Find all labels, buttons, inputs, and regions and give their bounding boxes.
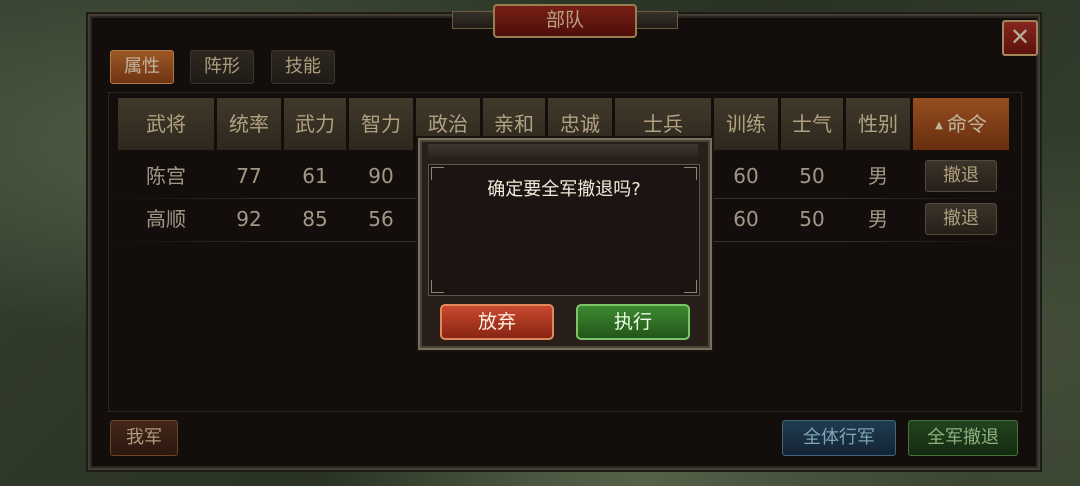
cancel-button[interactable]: 放弃 xyxy=(440,304,554,340)
corner-ornament xyxy=(684,280,697,293)
dialog-message: 确定要全军撤退吗? xyxy=(487,179,641,200)
dialog-message-box: 确定要全军撤退吗? xyxy=(428,164,700,296)
dialog-title-bar xyxy=(428,144,698,158)
confirm-button[interactable]: 执行 xyxy=(576,304,690,340)
corner-ornament xyxy=(431,280,444,293)
confirm-dialog: 确定要全军撤退吗? 放弃 执行 xyxy=(418,138,712,350)
